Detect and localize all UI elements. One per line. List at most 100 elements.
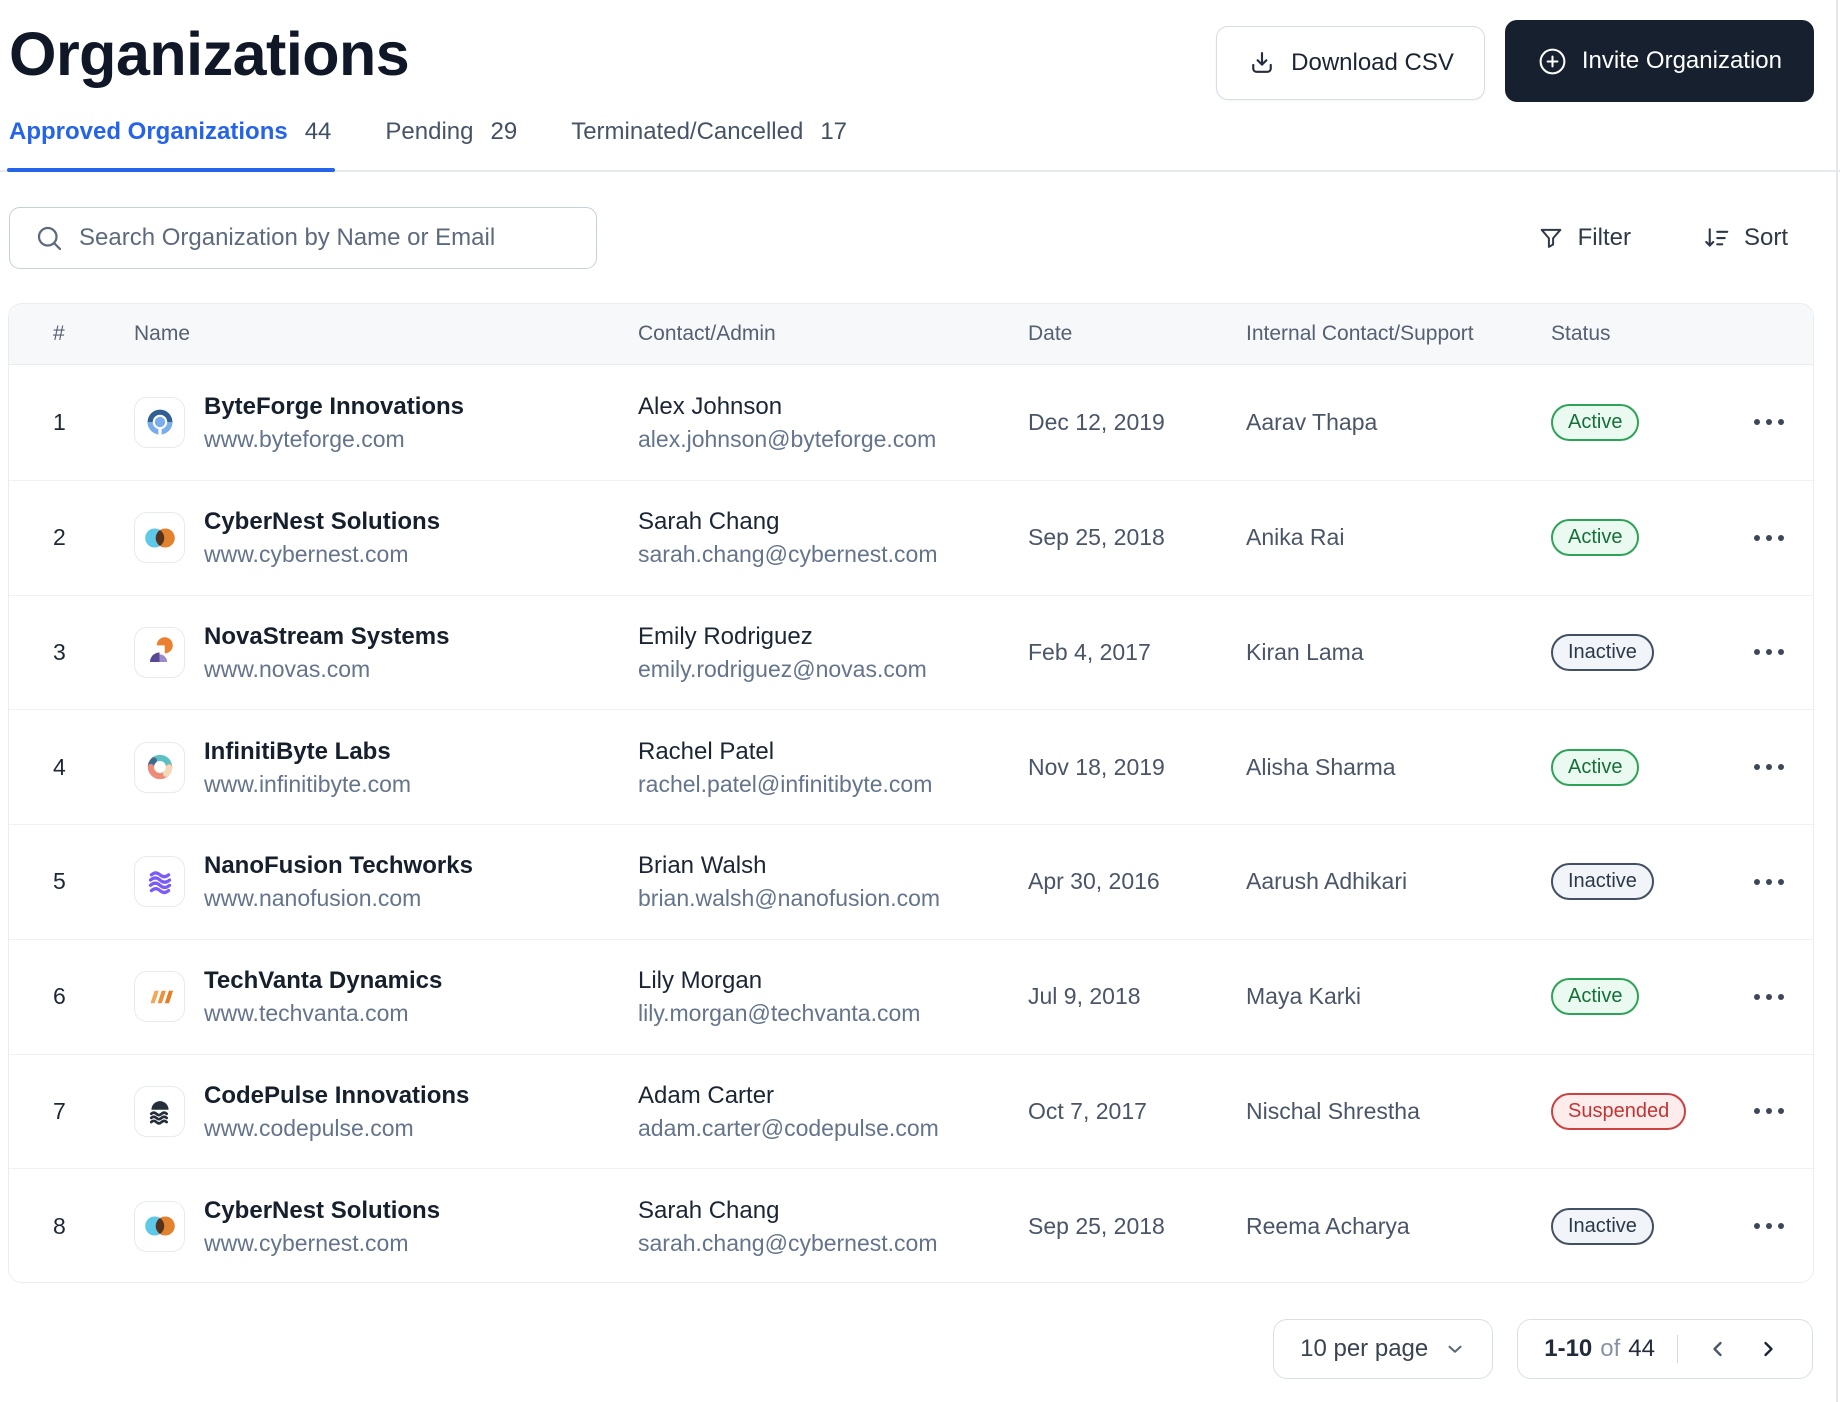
page-title: Organizations <box>9 18 409 91</box>
status-badge: Active <box>1551 519 1639 556</box>
row-actions-button[interactable] <box>1746 637 1792 667</box>
tab-approved-organizations[interactable]: Approved Organizations 44 <box>9 118 331 170</box>
table-row: 8 CyberNest Solutions www.cybernest.com … <box>9 1168 1813 1283</box>
internal-contact-cell: Nischal Shrestha <box>1246 1098 1551 1125</box>
contact-name: Sarah Chang <box>638 506 1028 537</box>
contact-name: Sarah Chang <box>638 1195 1028 1226</box>
date-cell: Apr 30, 2016 <box>1028 868 1246 895</box>
plus-circle-icon <box>1537 46 1568 77</box>
row-number: 1 <box>9 409 134 436</box>
org-website: www.cybernest.com <box>204 1229 440 1258</box>
table-body: 1 ByteForge Innovations www.byteforge.co… <box>9 365 1813 1283</box>
tab-pending[interactable]: Pending 29 <box>385 118 517 170</box>
tab-label: Pending <box>385 118 473 146</box>
table-row: 1 ByteForge Innovations www.byteforge.co… <box>9 365 1813 480</box>
status-cell: Active <box>1551 749 1734 786</box>
row-number: 6 <box>9 983 134 1010</box>
date-cell: Sep 25, 2018 <box>1028 524 1246 551</box>
org-logo <box>134 397 185 448</box>
tab-bar: Approved Organizations 44 Pending 29 Ter… <box>0 118 1840 172</box>
filter-icon <box>1537 224 1565 252</box>
org-name: CyberNest Solutions <box>204 1195 440 1226</box>
tab-label: Terminated/Cancelled <box>571 118 803 146</box>
download-csv-button[interactable]: Download CSV <box>1216 26 1485 100</box>
contact-cell: Brian Walsh brian.walsh@nanofusion.com <box>638 850 1028 913</box>
org-website: www.novas.com <box>204 655 449 684</box>
row-actions-button[interactable] <box>1746 1096 1792 1126</box>
date-cell: Sep 25, 2018 <box>1028 1213 1246 1240</box>
org-logo <box>134 627 185 678</box>
pagination: 10 per page 1-10 of 44 <box>1273 1319 1813 1379</box>
org-name-cell: CyberNest Solutions www.cybernest.com <box>134 506 638 569</box>
page-range-box: 1-10 of 44 <box>1517 1319 1813 1379</box>
column-header-number: # <box>9 322 134 346</box>
internal-contact-cell: Kiran Lama <box>1246 639 1551 666</box>
contact-name: Emily Rodriguez <box>638 621 1028 652</box>
internal-contact-cell: Reema Acharya <box>1246 1213 1551 1240</box>
status-cell: Inactive <box>1551 634 1734 671</box>
org-logo <box>134 512 185 563</box>
contact-cell: Sarah Chang sarah.chang@cybernest.com <box>638 506 1028 569</box>
status-badge: Active <box>1551 749 1639 786</box>
tab-count: 44 <box>305 118 332 146</box>
org-name-cell: NovaStream Systems www.novas.com <box>134 621 638 684</box>
status-badge: Inactive <box>1551 634 1654 671</box>
table-row: 6 TechVanta Dynamics www.techvanta.com L… <box>9 939 1813 1054</box>
search-input[interactable] <box>79 208 596 268</box>
org-name: CodePulse Innovations <box>204 1080 469 1111</box>
row-actions-button[interactable] <box>1746 867 1792 897</box>
contact-cell: Emily Rodriguez emily.rodriguez@novas.co… <box>638 621 1028 684</box>
status-cell: Active <box>1551 978 1734 1015</box>
row-number: 8 <box>9 1213 134 1240</box>
contact-cell: Lily Morgan lily.morgan@techvanta.com <box>638 965 1028 1028</box>
previous-page-button[interactable] <box>1700 1331 1736 1367</box>
contact-email: brian.walsh@nanofusion.com <box>638 884 1028 913</box>
internal-contact-cell: Aarush Adhikari <box>1246 868 1551 895</box>
status-cell: Active <box>1551 519 1734 556</box>
sort-button[interactable]: Sort <box>1701 223 1788 253</box>
contact-name: Rachel Patel <box>638 736 1028 767</box>
row-number: 3 <box>9 639 134 666</box>
org-logo <box>134 971 185 1022</box>
status-badge: Suspended <box>1551 1093 1686 1130</box>
org-name: TechVanta Dynamics <box>204 965 442 996</box>
actions-cell <box>1734 407 1813 437</box>
per-page-select[interactable]: 10 per page <box>1273 1319 1493 1379</box>
row-actions-button[interactable] <box>1746 752 1792 782</box>
row-actions-button[interactable] <box>1746 982 1792 1012</box>
row-actions-button[interactable] <box>1746 1211 1792 1241</box>
tab-terminated-cancelled[interactable]: Terminated/Cancelled 17 <box>571 118 847 170</box>
internal-contact-cell: Maya Karki <box>1246 983 1551 1010</box>
row-number: 5 <box>9 868 134 895</box>
row-number: 7 <box>9 1098 134 1125</box>
org-name: ByteForge Innovations <box>204 391 464 422</box>
status-badge: Active <box>1551 404 1639 441</box>
row-number: 4 <box>9 754 134 781</box>
org-name-cell: NanoFusion Techworks www.nanofusion.com <box>134 850 638 913</box>
contact-email: adam.carter@codepulse.com <box>638 1114 1028 1143</box>
org-logo <box>134 1086 185 1137</box>
download-icon <box>1247 48 1277 78</box>
filter-button[interactable]: Filter <box>1537 224 1631 252</box>
org-logo <box>134 1201 185 1252</box>
tab-label: Approved Organizations <box>9 118 288 146</box>
next-page-button[interactable] <box>1750 1331 1786 1367</box>
scrollbar-track[interactable] <box>1836 0 1838 1402</box>
actions-cell <box>1734 1211 1813 1241</box>
sort-icon <box>1701 223 1731 253</box>
row-actions-button[interactable] <box>1746 407 1792 437</box>
invite-organization-button[interactable]: Invite Organization <box>1505 20 1814 102</box>
table-row: 2 CyberNest Solutions www.cybernest.com … <box>9 480 1813 595</box>
internal-contact-cell: Anika Rai <box>1246 524 1551 551</box>
actions-cell <box>1734 1096 1813 1126</box>
contact-name: Lily Morgan <box>638 965 1028 996</box>
row-actions-button[interactable] <box>1746 523 1792 553</box>
invite-organization-label: Invite Organization <box>1582 47 1782 75</box>
page-total: 44 <box>1628 1335 1655 1363</box>
header-actions: Download CSV Invite Organization <box>1216 20 1814 102</box>
date-cell: Jul 9, 2018 <box>1028 983 1246 1010</box>
org-name: InfinitiByte Labs <box>204 736 411 767</box>
page-header: Organizations Download CSV Invite Organi… <box>9 18 1814 102</box>
organizations-page: Organizations Download CSV Invite Organi… <box>0 0 1840 1402</box>
org-name-cell: ByteForge Innovations www.byteforge.com <box>134 391 638 454</box>
